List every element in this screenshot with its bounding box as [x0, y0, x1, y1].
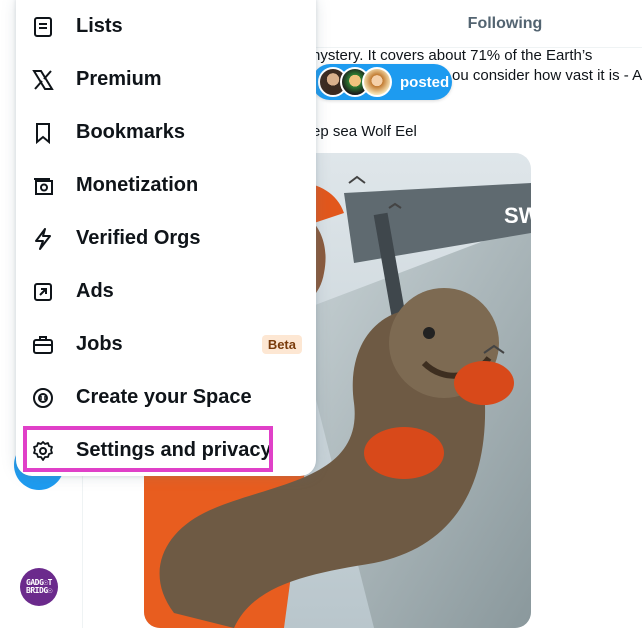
post-text-line2: ou consider how vast it is - A	[452, 67, 642, 84]
menu-label-premium: Premium	[76, 68, 162, 90]
briefcase-icon	[30, 332, 56, 358]
menu-label-monetization: Monetization	[76, 174, 199, 196]
menu-item-premium[interactable]: Premium	[16, 53, 316, 106]
profile-avatar[interactable]: GADG☉T BRIDG☉	[20, 568, 58, 606]
beta-badge: Beta	[261, 335, 302, 354]
menu-item-monetization[interactable]: Monetization	[16, 159, 316, 212]
arrow-up-right-box-icon	[30, 279, 56, 305]
list-icon	[30, 14, 56, 40]
x-logo-icon	[30, 67, 56, 93]
menu-label-create-space: Create your Space	[76, 386, 252, 408]
menu-item-lists[interactable]: Lists	[16, 0, 316, 53]
menu-item-bookmarks[interactable]: Bookmarks	[16, 106, 316, 159]
menu-label-lists: Lists	[76, 15, 123, 37]
menu-item-verified-orgs[interactable]: Verified Orgs	[16, 212, 316, 265]
menu-label-jobs: Jobs	[76, 333, 123, 355]
money-icon	[30, 173, 56, 199]
more-menu-popup: Lists Premium Bookmarks Monetization Ver…	[16, 0, 316, 476]
tab-following-label: Following	[467, 15, 543, 32]
profile-avatar-text: GADG☉T BRIDG☉	[26, 578, 52, 595]
pill-avatar-3	[362, 67, 392, 97]
microphone-space-icon	[30, 385, 56, 411]
menu-item-jobs[interactable]: Jobs Beta	[16, 318, 316, 371]
tab-following[interactable]: Following	[400, 6, 610, 42]
new-posts-pill[interactable]: posted	[312, 64, 452, 100]
post-text-line1: nystery. It covers about 71% of the Eart…	[312, 47, 593, 64]
posted-label: posted	[400, 73, 450, 91]
bookmark-icon	[30, 120, 56, 146]
menu-label-verified-orgs: Verified Orgs	[76, 227, 201, 249]
menu-label-bookmarks: Bookmarks	[76, 121, 185, 143]
menu-label-ads: Ads	[76, 280, 114, 302]
post-caption: ep sea Wolf Eel	[312, 123, 417, 140]
svg-text:SW: SW	[504, 203, 531, 228]
settings-highlight-annotation	[23, 426, 273, 472]
menu-item-ads[interactable]: Ads	[16, 265, 316, 318]
menu-item-create-space[interactable]: Create your Space	[16, 371, 316, 424]
lightning-icon	[30, 226, 56, 252]
